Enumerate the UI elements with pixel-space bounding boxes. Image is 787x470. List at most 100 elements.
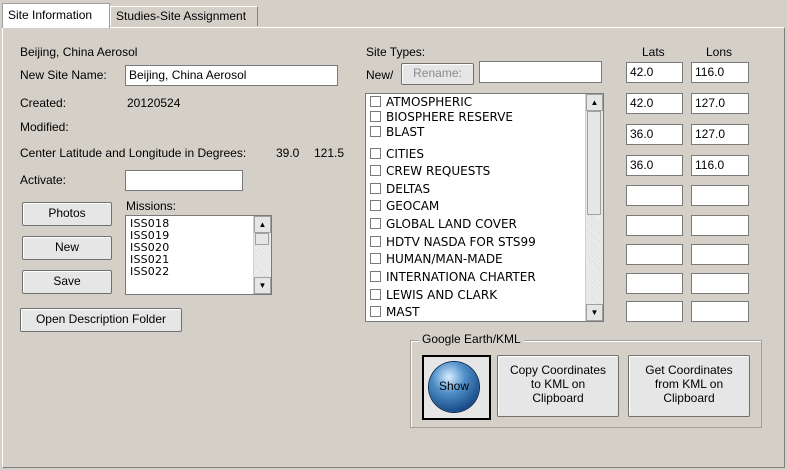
lat-field-1[interactable]: 42.0	[626, 62, 683, 83]
site-type-item[interactable]: DELTAS	[370, 182, 430, 196]
site-type-item[interactable]: GLOBAL LAND COVER	[370, 217, 517, 231]
lat-field-3[interactable]: 36.0	[626, 124, 683, 145]
site-type-label: DELTAS	[386, 182, 431, 196]
site-type-label: BIOSPHERE RESERVE	[386, 110, 514, 124]
checkbox[interactable]	[370, 148, 381, 159]
lat-field-8[interactable]	[626, 273, 683, 294]
lat-field-2[interactable]: 42.0	[626, 93, 683, 114]
mission-item[interactable]: ISS020	[130, 242, 169, 253]
site-type-label: ATMOSPHERIC	[386, 95, 473, 109]
copy-button-line: to KML on	[530, 377, 586, 391]
lon-field-3[interactable]: 127.0	[691, 124, 749, 145]
get-button-line: from KML on	[654, 377, 724, 391]
missions-scroll-track[interactable]	[255, 245, 270, 276]
site-types-scroll-track[interactable]	[587, 215, 602, 304]
lat-field-7[interactable]	[626, 244, 683, 265]
site-type-item[interactable]: ATMOSPHERIC	[370, 95, 472, 109]
mission-item[interactable]: ISS022	[130, 266, 169, 277]
site-type-item[interactable]: BIOSPHERE RESERVE	[370, 110, 513, 124]
checkbox[interactable]	[370, 236, 381, 247]
scroll-down-icon[interactable]: ▼	[586, 304, 603, 321]
center-lat-lon-label: Center Latitude and Longitude in Degrees…	[20, 146, 247, 160]
new-site-name-field[interactable]: Beijing, China Aerosol	[125, 65, 338, 86]
get-button-line: Clipboard	[663, 391, 715, 405]
copy-coordinates-to-kml-button[interactable]: Copy Coordinates to KML on Clipboard	[497, 355, 619, 417]
site-types-scrollbar[interactable]: ▲ ▼	[585, 94, 603, 321]
show-button-label: Show	[438, 379, 470, 393]
site-type-label: GLOBAL LAND COVER	[386, 217, 517, 231]
missions-scroll-thumb[interactable]	[255, 233, 269, 245]
checkbox[interactable]	[370, 96, 381, 107]
show-button[interactable]: Show	[422, 355, 491, 420]
copy-button-line: Copy Coordinates	[509, 363, 607, 377]
site-type-item[interactable]: MAST	[370, 305, 420, 319]
missions-label: Missions:	[126, 199, 177, 213]
scroll-up-icon[interactable]: ▲	[254, 216, 271, 233]
copy-button-line: Clipboard	[532, 391, 584, 405]
site-type-item[interactable]: GEOCAM	[370, 199, 439, 213]
site-type-item[interactable]: BLAST	[370, 125, 424, 139]
rename-button[interactable]: Rename:	[401, 63, 474, 85]
checkbox[interactable]	[370, 183, 381, 194]
new-site-type-field[interactable]	[479, 61, 602, 83]
missions-scrollbar[interactable]: ▲ ▼	[253, 216, 271, 294]
site-type-item[interactable]: CREW REQUESTS	[370, 164, 490, 178]
site-type-label: HDTV NASDA FOR STS99	[386, 235, 536, 249]
site-type-label: MAST	[386, 305, 420, 319]
site-type-label: CITIES	[386, 147, 424, 161]
checkbox[interactable]	[370, 111, 381, 122]
photos-button[interactable]: Photos	[22, 202, 112, 226]
checkbox[interactable]	[370, 271, 381, 282]
site-type-item[interactable]: CITIES	[370, 147, 424, 161]
lon-field-5[interactable]	[691, 185, 749, 206]
site-type-label: CREW REQUESTS	[386, 164, 491, 178]
tab-site-information[interactable]: Site Information	[2, 3, 110, 28]
open-description-folder-button[interactable]: Open Description Folder	[20, 308, 182, 332]
lon-field-1[interactable]: 116.0	[691, 62, 749, 83]
lon-field-8[interactable]	[691, 273, 749, 294]
lon-field-9[interactable]	[691, 301, 749, 322]
activate-field[interactable]	[125, 170, 243, 191]
site-type-label: BLAST	[386, 125, 425, 139]
lon-field-7[interactable]	[691, 244, 749, 265]
scroll-up-icon[interactable]: ▲	[586, 94, 603, 111]
tab-studies-site-assignment[interactable]: Studies-Site Assignment	[110, 6, 258, 26]
rename-button-label: Rename:	[413, 66, 462, 80]
missions-listbox[interactable]: ISS018 ISS019 ISS020 ISS021 ISS022 ▲ ▼	[125, 215, 272, 295]
checkbox[interactable]	[370, 218, 381, 229]
lat-field-9[interactable]	[626, 301, 683, 322]
mission-item[interactable]: ISS018	[130, 218, 169, 229]
site-type-item[interactable]: HUMAN/MAN-MADE	[370, 252, 503, 266]
site-types-scroll-thumb[interactable]	[587, 111, 601, 215]
google-earth-kml-title: Google Earth/KML	[419, 332, 524, 346]
scroll-down-icon[interactable]: ▼	[254, 277, 271, 294]
checkbox[interactable]	[370, 306, 381, 317]
save-button[interactable]: Save	[22, 270, 112, 294]
lon-field-6[interactable]	[691, 215, 749, 236]
checkbox[interactable]	[370, 200, 381, 211]
mission-item[interactable]: ISS021	[130, 254, 169, 265]
new-site-name-label: New Site Name:	[20, 68, 107, 82]
site-types-listbox[interactable]: ATMOSPHERIC BIOSPHERE RESERVE BLAST CITI…	[365, 93, 604, 322]
site-type-item[interactable]: INTERNATIONA CHARTER	[370, 270, 536, 284]
site-type-item[interactable]: LEWIS AND CLARK	[370, 288, 497, 302]
site-type-item[interactable]: HDTV NASDA FOR STS99	[370, 235, 536, 249]
checkbox[interactable]	[370, 165, 381, 176]
mission-item[interactable]: ISS019	[130, 230, 169, 241]
checkbox[interactable]	[370, 253, 381, 264]
lon-field-4[interactable]: 116.0	[691, 155, 749, 176]
save-button-label: Save	[53, 274, 81, 288]
lat-field-5[interactable]	[626, 185, 683, 206]
get-coordinates-from-kml-button[interactable]: Get Coordinates from KML on Clipboard	[628, 355, 750, 417]
new-button[interactable]: New	[22, 236, 112, 260]
checkbox[interactable]	[370, 289, 381, 300]
photos-button-label: Photos	[48, 206, 86, 220]
checkbox[interactable]	[370, 126, 381, 137]
lat-field-6[interactable]	[626, 215, 683, 236]
lon-field-2[interactable]: 127.0	[691, 93, 749, 114]
created-label: Created:	[20, 96, 67, 110]
lats-header: Lats	[642, 45, 665, 59]
lat-field-4[interactable]: 36.0	[626, 155, 683, 176]
current-site-name: Beijing, China Aerosol	[20, 45, 138, 59]
modified-label: Modified:	[20, 120, 69, 134]
